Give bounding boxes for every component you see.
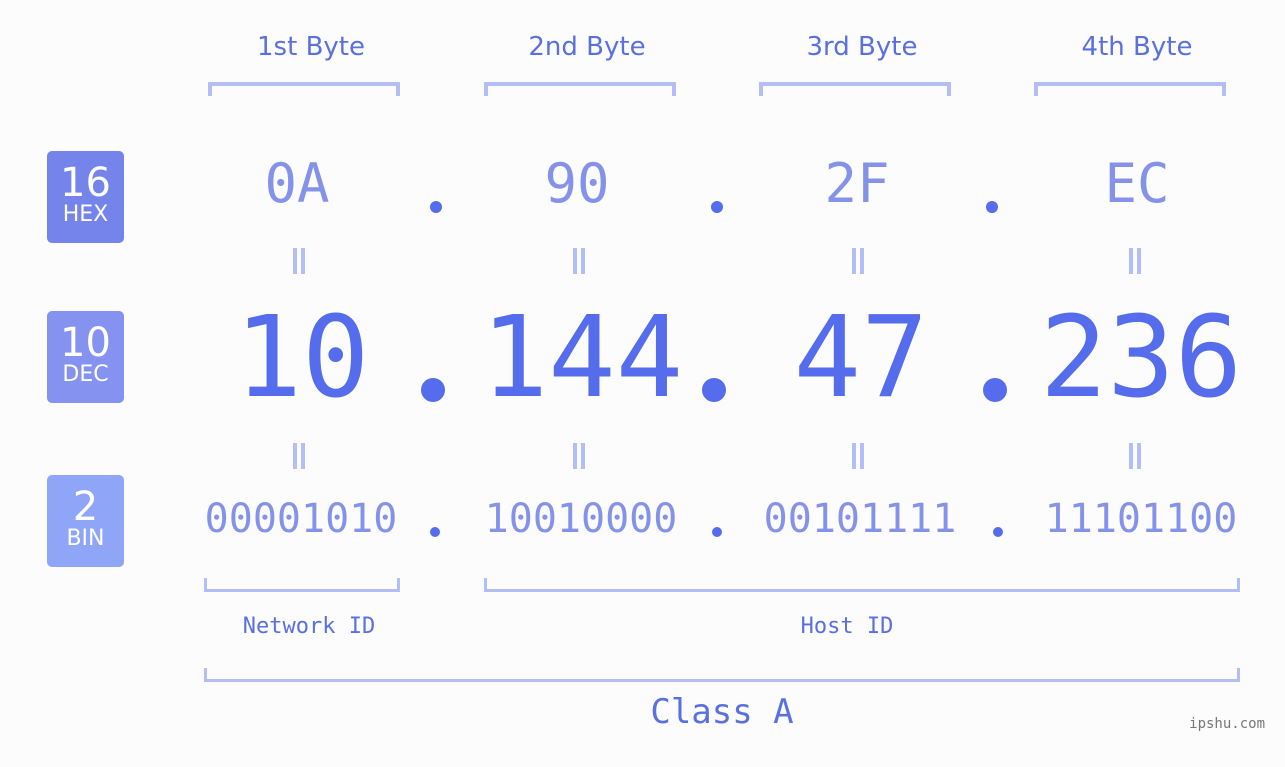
bin-separator-dot <box>993 527 1003 537</box>
byte-header-2: 2nd Byte <box>528 32 646 62</box>
byte-bracket-3 <box>759 82 951 96</box>
bin-separator-dot <box>430 527 440 537</box>
equals-icon <box>1127 248 1143 274</box>
dec-badge-label: DEC <box>62 362 109 387</box>
bin-byte-2: 10010000 <box>484 496 678 542</box>
class-label: Class A <box>650 692 794 732</box>
hex-byte-4: EC <box>1104 152 1170 215</box>
dec-separator-dot <box>421 378 445 402</box>
byte-header-3: 3rd Byte <box>806 32 918 62</box>
dec-badge-base: 10 <box>60 320 111 366</box>
network-id-label: Network ID <box>242 614 376 639</box>
class-bracket <box>204 668 1240 682</box>
equals-icon <box>850 443 866 469</box>
byte-header-1: 1st Byte <box>257 32 365 62</box>
hex-separator-dot <box>986 201 998 213</box>
bin-byte-3: 00101111 <box>763 496 957 542</box>
dec-byte-2: 144 <box>480 293 684 423</box>
byte-bracket-1 <box>208 82 400 96</box>
hex-badge-base: 16 <box>60 160 111 206</box>
bin-badge-base: 2 <box>72 484 99 530</box>
dec-separator-dot <box>983 378 1007 402</box>
network-id-bracket <box>204 578 400 592</box>
equals-icon <box>291 248 307 274</box>
bin-badge-label: BIN <box>66 526 105 551</box>
hex-byte-2: 90 <box>544 152 610 215</box>
host-id-bracket <box>484 578 1240 592</box>
bin-separator-dot <box>712 527 722 537</box>
dec-separator-dot <box>702 378 726 402</box>
equals-icon <box>850 248 866 274</box>
equals-icon <box>571 443 587 469</box>
watermark: ipshu.com <box>1189 716 1265 732</box>
bin-byte-1: 00001010 <box>204 496 398 542</box>
dec-byte-1: 10 <box>234 293 370 423</box>
hex-badge: 16 HEX <box>47 151 124 243</box>
host-id-label: Host ID <box>800 614 894 639</box>
equals-icon <box>291 443 307 469</box>
dec-byte-3: 47 <box>793 293 929 423</box>
byte-header-4: 4th Byte <box>1081 32 1193 62</box>
equals-icon <box>571 248 587 274</box>
bin-badge: 2 BIN <box>47 475 124 567</box>
dec-byte-4: 236 <box>1039 293 1243 423</box>
bin-byte-4: 11101100 <box>1044 496 1238 542</box>
hex-separator-dot <box>711 201 723 213</box>
hex-byte-1: 0A <box>264 152 330 215</box>
dec-badge: 10 DEC <box>47 311 124 403</box>
byte-bracket-4 <box>1034 82 1226 96</box>
byte-bracket-2 <box>484 82 676 96</box>
hex-byte-3: 2F <box>824 152 890 215</box>
hex-badge-label: HEX <box>62 202 109 227</box>
hex-separator-dot <box>430 201 442 213</box>
equals-icon <box>1127 443 1143 469</box>
